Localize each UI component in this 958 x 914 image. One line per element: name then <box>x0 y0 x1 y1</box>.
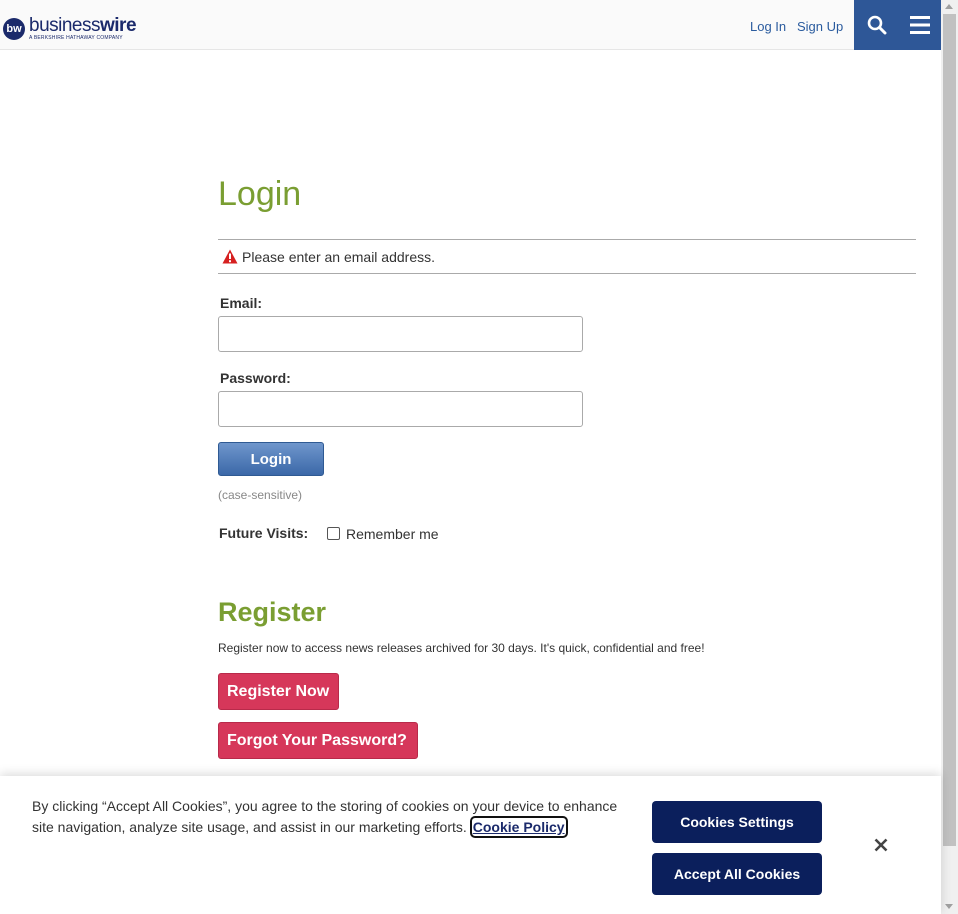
cookie-policy-link[interactable]: Cookie Policy <box>469 816 568 838</box>
logo-word-light: business <box>29 15 101 36</box>
hamburger-menu-icon <box>910 16 930 34</box>
businesswire-logo[interactable]: bw businesswire A BERKSHIRE HATHAWAY COM… <box>3 15 137 41</box>
accept-all-cookies-button[interactable]: Accept All Cookies <box>652 853 822 895</box>
site-header: bw businesswire A BERKSHIRE HATHAWAY COM… <box>0 0 941 50</box>
warning-icon <box>222 249 238 264</box>
search-icon <box>867 15 886 35</box>
cookie-banner: By clicking “Accept All Cookies”, you ag… <box>0 776 941 914</box>
logo-word-bold: wire <box>100 15 137 36</box>
password-field[interactable] <box>218 391 583 427</box>
close-icon <box>874 838 888 852</box>
logo-subtitle: A BERKSHIRE HATHAWAY COMPANY <box>29 35 123 41</box>
alert-message: Please enter an email address. <box>242 248 435 265</box>
register-description: Register now to access news releases arc… <box>218 641 705 655</box>
header-signup-link[interactable]: Sign Up <box>797 19 843 34</box>
scroll-down-arrow-icon[interactable] <box>945 904 953 909</box>
register-now-button[interactable]: Register Now <box>218 673 339 710</box>
logo-mark: bw <box>3 17 25 40</box>
login-button[interactable]: Login <box>218 442 324 476</box>
menu-button[interactable] <box>899 0 941 50</box>
search-button[interactable] <box>854 0 899 50</box>
close-banner-button[interactable] <box>870 834 892 856</box>
scroll-up-arrow-icon[interactable] <box>945 4 953 9</box>
email-label: Email: <box>220 295 263 311</box>
remember-me-label[interactable]: Remember me <box>346 526 439 542</box>
email-field[interactable] <box>218 316 583 352</box>
password-label: Password: <box>220 370 291 386</box>
register-title: Register <box>218 597 327 627</box>
header-login-link[interactable]: Log In <box>750 19 786 34</box>
remember-me-checkbox[interactable] <box>327 527 340 540</box>
case-sensitive-hint: (case-sensitive) <box>218 488 303 502</box>
future-visits-label: Future Visits: <box>219 525 309 541</box>
error-alert: Please enter an email address. <box>218 239 916 274</box>
forgot-password-button[interactable]: Forgot Your Password? <box>218 722 418 759</box>
cookie-text-block: By clicking “Accept All Cookies”, you ag… <box>32 796 622 838</box>
scroll-thumb[interactable] <box>943 14 956 846</box>
cookies-settings-button[interactable]: Cookies Settings <box>652 801 822 843</box>
page-title: Login <box>218 175 302 213</box>
vertical-scrollbar[interactable] <box>941 0 958 914</box>
